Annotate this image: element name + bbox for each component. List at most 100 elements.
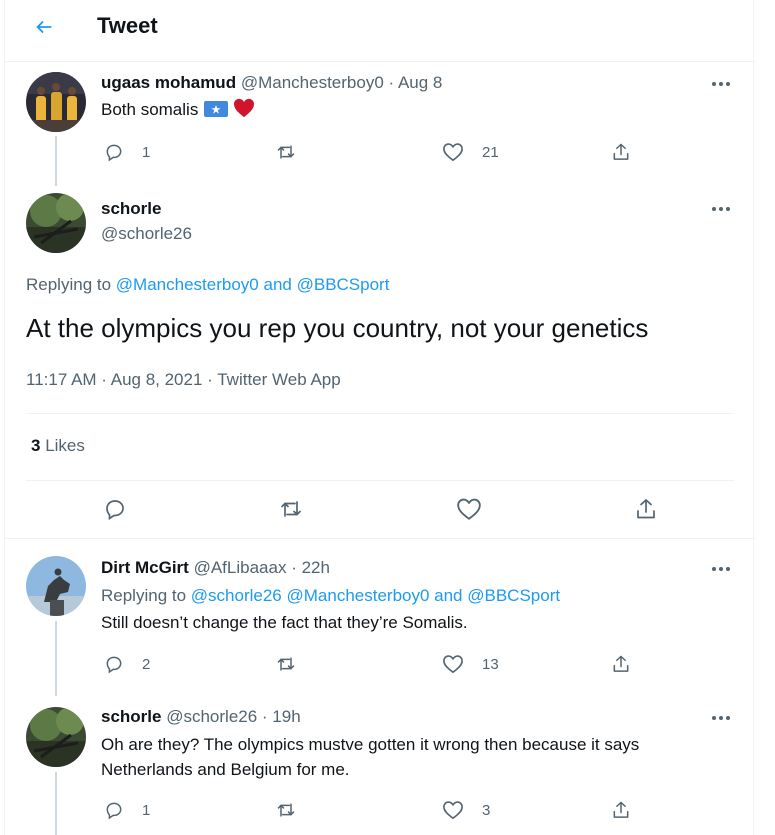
reply-button[interactable]: 1 <box>104 799 150 821</box>
avatar-image <box>26 707 86 767</box>
reply-count: 1 <box>142 801 151 819</box>
back-button[interactable] <box>29 12 59 42</box>
likes-summary[interactable]: 3 Likes <box>31 436 85 456</box>
retweet-icon <box>277 497 305 521</box>
reply-button[interactable]: 2 <box>104 653 150 675</box>
retweet-button[interactable] <box>274 141 316 163</box>
tweet-author-line: ugaas mohamud @Manchesterboy0 · Aug 8 <box>101 73 442 93</box>
mention-links[interactable]: @schorle26 @Manchesterboy0 and @BBCSport <box>191 586 560 605</box>
reply-icon <box>104 800 124 820</box>
author-name[interactable]: ugaas mohamud <box>101 73 236 92</box>
section-divider <box>5 538 755 539</box>
retweet-icon <box>274 654 298 674</box>
share-icon <box>634 496 658 522</box>
likes-count: 3 <box>31 436 41 455</box>
reply-button[interactable] <box>103 497 127 521</box>
more-icon <box>712 82 716 86</box>
divider <box>26 413 734 414</box>
like-button[interactable]: 21 <box>442 141 499 163</box>
avatar[interactable] <box>26 193 86 253</box>
arrow-left-icon <box>33 16 55 38</box>
mention-and[interactable]: and <box>263 275 291 294</box>
tweet-author-handle-line: @schorle26 <box>101 224 192 244</box>
more-icon <box>712 567 716 571</box>
share-icon <box>611 799 631 821</box>
reply-count: 1 <box>142 143 151 161</box>
retweet-button[interactable] <box>274 653 316 675</box>
retweet-button[interactable] <box>274 799 316 821</box>
author-name[interactable]: schorle <box>101 199 161 218</box>
avatar[interactable] <box>26 556 86 616</box>
like-count: 21 <box>482 143 499 161</box>
tweet-text-line-1: Oh are they? The olympics mustve gotten … <box>101 735 640 754</box>
more-icon <box>712 716 716 720</box>
avatar-image <box>26 72 86 132</box>
reply-icon <box>104 654 124 674</box>
share-button[interactable] <box>634 498 658 520</box>
thread-line <box>55 621 57 696</box>
thread-line <box>55 136 57 186</box>
replying-to-line: Replying to @Manchesterboy0 and @BBCSpor… <box>26 273 389 297</box>
somalia-flag-icon <box>204 100 229 124</box>
tweet-author-line: Dirt McGirt @AfLibaaax · 22h <box>101 558 330 578</box>
reply-button[interactable]: 1 <box>104 141 150 163</box>
share-button[interactable] <box>611 141 631 163</box>
heart-icon <box>442 800 464 820</box>
author-handle[interactable]: @Manchesterboy0 <box>241 73 384 92</box>
share-icon <box>611 653 631 675</box>
thread-line <box>55 772 57 835</box>
more-button[interactable] <box>709 711 733 725</box>
tweet-text-content: Both somalis <box>101 100 199 119</box>
tweet-author-name-line: schorle <box>101 199 161 219</box>
replying-to-label: Replying to <box>26 275 112 294</box>
author-handle[interactable]: @schorle26 <box>101 224 192 243</box>
avatar[interactable] <box>26 707 86 767</box>
tweet-timestamp[interactable]: 11:17 AM · Aug 8, 2021 · Twitter Web App <box>26 370 341 390</box>
replying-to-line: Replying to @schorle26 @Manchesterboy0 a… <box>101 584 560 608</box>
avatar[interactable] <box>26 72 86 132</box>
author-handle[interactable]: @AfLibaaax <box>194 558 287 577</box>
main-tweet-text: At the olympics you rep you country, not… <box>26 313 649 343</box>
tweet-text: Both somalis <box>101 98 255 125</box>
like-count: 3 <box>482 801 491 819</box>
tweet-text-line-2: Netherlands and Belgium for me. <box>101 760 350 779</box>
reply-icon <box>103 497 127 521</box>
share-button[interactable] <box>611 653 631 675</box>
more-button[interactable] <box>709 77 733 91</box>
heart-icon <box>456 497 482 521</box>
mention-link[interactable]: @BBCSport <box>297 275 390 294</box>
author-name[interactable]: Dirt McGirt <box>101 558 189 577</box>
like-count: 13 <box>482 655 499 673</box>
more-button[interactable] <box>709 562 733 576</box>
tweet-time[interactable]: · Aug 8 <box>389 73 443 92</box>
header: Tweet <box>5 0 755 52</box>
more-button[interactable] <box>709 202 733 216</box>
heart-icon <box>442 654 464 674</box>
more-icon <box>712 207 716 211</box>
avatar-image <box>26 556 86 616</box>
like-button[interactable]: 13 <box>442 653 499 675</box>
page-title: Tweet <box>97 13 158 38</box>
heart-icon <box>442 142 464 162</box>
reply-icon <box>104 142 124 162</box>
mention-link[interactable]: @Manchesterboy0 <box>116 275 259 294</box>
tweet-author-line: schorle @schorle26 · 19h <box>101 707 301 727</box>
retweet-button[interactable] <box>277 498 305 520</box>
tweet-time[interactable]: · 22h <box>291 558 330 577</box>
like-button[interactable]: 3 <box>442 799 490 821</box>
retweet-icon <box>274 142 298 162</box>
avatar-image <box>26 193 86 253</box>
author-handle[interactable]: @schorle26 <box>166 707 257 726</box>
like-button[interactable] <box>456 498 482 520</box>
header-divider <box>5 61 755 62</box>
tweet-detail-page: Tweet ugaas mohamud @Manchesterboy0 · Au… <box>4 0 755 835</box>
retweet-icon <box>274 800 298 820</box>
tweet-text: Still doesn’t change the fact that they’… <box>101 613 468 632</box>
divider <box>26 480 734 481</box>
tweet-time[interactable]: · 19h <box>262 707 301 726</box>
likes-label: Likes <box>45 436 85 455</box>
author-name[interactable]: schorle <box>101 707 161 726</box>
reply-count: 2 <box>142 655 151 673</box>
share-icon <box>611 141 631 163</box>
share-button[interactable] <box>611 799 631 821</box>
